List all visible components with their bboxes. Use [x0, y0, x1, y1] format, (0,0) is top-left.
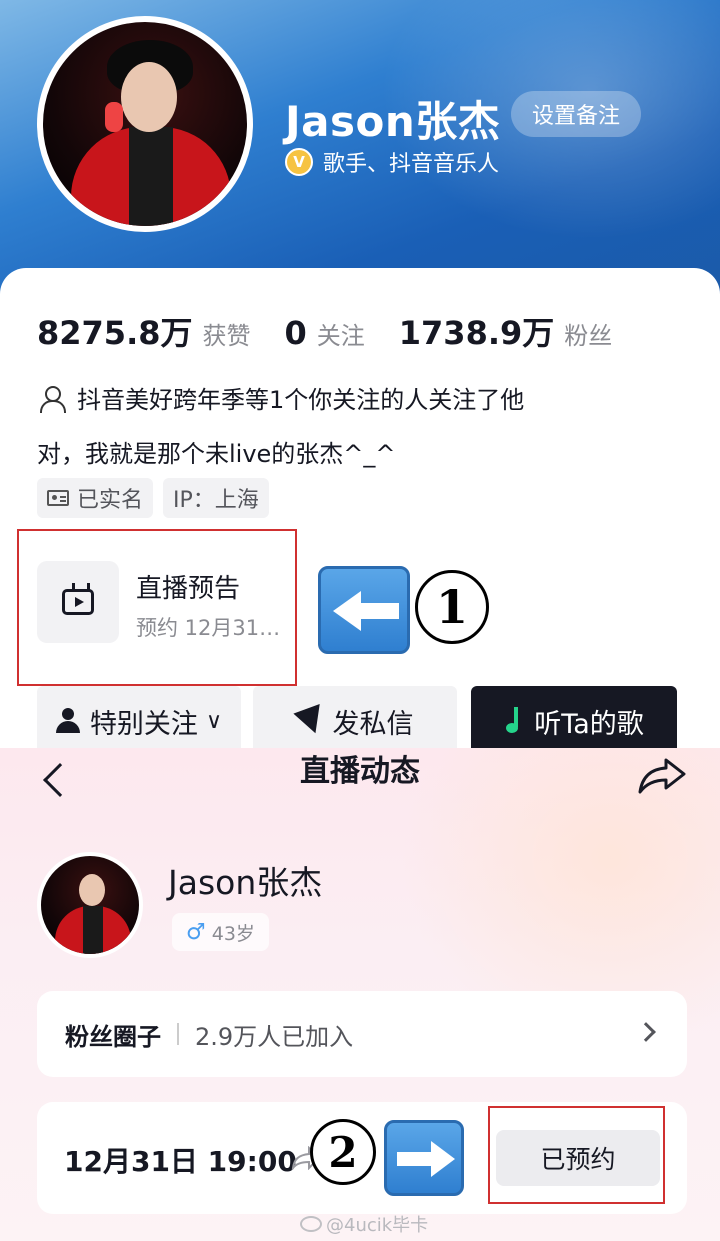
live-preview-tile[interactable]: [37, 561, 119, 643]
profile-tags: 已实名 IP：上海: [37, 478, 269, 518]
chevron-down-icon: ∨: [205, 708, 223, 734]
right-arrow-icon: [384, 1120, 464, 1196]
following-label: 关注: [316, 322, 365, 350]
annotation-number-1: 1: [415, 570, 489, 644]
live-host-avatar[interactable]: [37, 852, 143, 958]
verified-badge-icon: V: [285, 148, 313, 176]
following-count[interactable]: 0: [285, 314, 307, 352]
fan-circle-card[interactable]: 粉丝圈子 2.9万人已加入: [37, 991, 687, 1077]
profile-name: Jason张杰: [285, 97, 501, 146]
schedule-time: 12月31日 19:00: [64, 1145, 297, 1178]
listen-songs-label: 听Ta的歌: [534, 708, 644, 740]
set-remark-button[interactable]: 设置备注: [511, 91, 641, 137]
fan-circle-count: 2.9万人已加入: [195, 1022, 354, 1051]
divider: [177, 1023, 179, 1045]
age-label: 43岁: [211, 922, 255, 945]
share-icon[interactable]: [636, 756, 688, 796]
id-card-icon: [47, 490, 69, 506]
mutual-follow-hint[interactable]: 抖音美好跨年季等1个你关注的人关注了他: [37, 380, 524, 415]
profile-screen: Jason张杰 设置备注 V 歌手、抖音音乐人 8275.8万 获赞 0 关注 …: [0, 0, 720, 748]
profile-actions: 特别关注 ∨ 发私信 听Ta的歌: [37, 686, 677, 748]
left-arrow-icon: [318, 566, 410, 654]
mutual-follow-text: 抖音美好跨年季等1个你关注的人关注了他: [77, 386, 525, 414]
special-follow-label: 特别关注: [89, 708, 198, 740]
verification-text: 歌手、抖音音乐人: [323, 152, 500, 177]
annotation-number-2: 2: [310, 1119, 376, 1185]
special-follow-button[interactable]: 特别关注 ∨: [37, 686, 241, 748]
age-badge: ♂ 43岁: [172, 913, 269, 951]
listen-songs-button[interactable]: 听Ta的歌: [471, 686, 677, 748]
profile-bio: 对，我就是那个未live的张杰^_^: [37, 440, 396, 468]
special-follow-icon: [55, 708, 82, 734]
profile-stats: 8275.8万 获赞 0 关注 1738.9万 粉丝: [37, 308, 646, 354]
person-icon: [37, 384, 66, 413]
real-name-tag: 已实名: [37, 478, 154, 518]
page-title: 直播动态: [300, 754, 420, 789]
followers-count[interactable]: 1738.9万: [399, 308, 555, 354]
likes-count[interactable]: 8275.8万: [37, 308, 193, 354]
watermark-text: @4ucik毕卡: [326, 1215, 429, 1236]
live-preview-subtitle: 预约 12月31…: [136, 616, 281, 640]
send-icon: [292, 703, 329, 739]
message-button[interactable]: 发私信: [253, 686, 457, 748]
ip-label: IP：上海: [173, 488, 259, 513]
live-detail-screen: 直播动态 Jason张杰 ♂ 43岁 粉丝圈子 2.9万人已加入 12月31日 …: [0, 748, 720, 1241]
ip-tag: IP：上海: [163, 478, 269, 518]
message-label: 发私信: [332, 708, 414, 740]
live-host-name[interactable]: Jason张杰: [168, 856, 322, 904]
fan-circle-title: 粉丝圈子: [65, 1022, 161, 1051]
watermark: @4ucik毕卡: [300, 1211, 428, 1237]
likes-label: 获赞: [202, 322, 251, 350]
profile-avatar[interactable]: [37, 16, 253, 232]
verification-row: V 歌手、抖音音乐人: [285, 146, 499, 178]
followers-label: 粉丝: [564, 322, 613, 350]
male-icon: ♂: [186, 919, 206, 945]
music-note-icon: [504, 707, 526, 735]
live-preview-title[interactable]: 直播预告: [136, 568, 240, 605]
annotation-box-2: [488, 1106, 665, 1204]
chevron-right-icon: [636, 1022, 656, 1042]
tv-icon: [62, 589, 94, 615]
weibo-icon: [300, 1216, 322, 1232]
real-name-label: 已实名: [77, 488, 144, 513]
